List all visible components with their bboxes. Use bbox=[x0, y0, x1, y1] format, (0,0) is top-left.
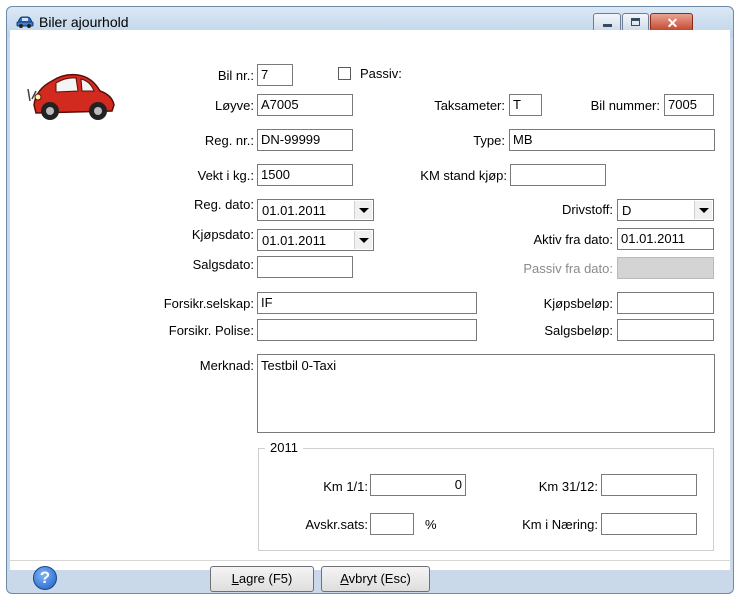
taksameter-input[interactable]: T bbox=[509, 94, 542, 116]
year-groupbox bbox=[258, 448, 714, 551]
vekt-label: Vekt i kg.: bbox=[197, 168, 254, 183]
passiv-fra-dato-label: Passiv fra dato: bbox=[523, 261, 613, 276]
salgsdato-input[interactable] bbox=[257, 256, 353, 278]
avbryt-button[interactable]: Avbryt (Esc) bbox=[321, 566, 430, 592]
reg-dato-value: 01.01.2011 bbox=[262, 203, 327, 218]
avbryt-accel: A bbox=[340, 571, 349, 586]
km-i-naering-label: Km i Næring: bbox=[522, 517, 598, 532]
chevron-down-icon[interactable] bbox=[694, 201, 712, 219]
reg-dato-label: Reg. dato: bbox=[194, 197, 254, 212]
red-car-image bbox=[27, 73, 115, 120]
maximize-icon bbox=[631, 18, 640, 26]
app-window: Biler ajourhold ✕ Bil nr.: 7 Passiv: Løy… bbox=[6, 6, 734, 594]
taksameter-label: Taksameter: bbox=[434, 98, 505, 113]
lagre-accel: L bbox=[231, 571, 239, 586]
type-input[interactable]: MB bbox=[509, 129, 715, 151]
bil-nummer-input[interactable]: 7005 bbox=[664, 94, 714, 116]
km-1-1-label: Km 1/1: bbox=[323, 479, 368, 494]
aktiv-fra-dato-input[interactable]: 01.01.2011 bbox=[617, 228, 714, 250]
avskr-sats-input[interactable] bbox=[370, 513, 414, 535]
avskr-sats-label: Avskr.sats: bbox=[305, 517, 368, 532]
passiv-fra-dato-input bbox=[617, 257, 714, 279]
drivstoff-combo[interactable]: D bbox=[617, 199, 714, 221]
form-area: Bil nr.: 7 Passiv: Løyve: A7005 Taksamet… bbox=[10, 30, 730, 592]
car-app-icon bbox=[16, 16, 34, 28]
salgsbelop-input[interactable] bbox=[617, 319, 714, 341]
salgsdato-label: Salgsdato: bbox=[192, 257, 254, 272]
divider bbox=[10, 560, 730, 561]
kjopsbelop-input[interactable] bbox=[617, 292, 714, 314]
km-31-12-input[interactable] bbox=[601, 474, 697, 496]
lagre-button[interactable]: Lagre (F5) bbox=[210, 566, 314, 592]
window-title: Biler ajourhold bbox=[39, 14, 129, 30]
kjopsdato-label: Kjøpsdato: bbox=[191, 227, 254, 242]
merknad-label: Merknad: bbox=[199, 358, 254, 373]
passiv-checkbox[interactable] bbox=[338, 67, 351, 80]
loyve-input[interactable]: A7005 bbox=[257, 94, 353, 116]
bil-nr-label: Bil nr.: bbox=[217, 68, 254, 83]
kjopsdato-value: 01.01.2011 bbox=[262, 233, 327, 248]
vekt-input[interactable]: 1500 bbox=[257, 164, 353, 186]
reg-nr-input[interactable]: DN-99999 bbox=[257, 129, 353, 151]
chevron-down-icon[interactable] bbox=[354, 201, 372, 219]
km-31-12-label: Km 31/12: bbox=[538, 479, 598, 494]
drivstoff-value: D bbox=[622, 203, 632, 218]
help-icon[interactable]: ? bbox=[33, 566, 57, 590]
chevron-down-icon[interactable] bbox=[354, 231, 372, 249]
forsikr-polise-input[interactable] bbox=[257, 319, 477, 341]
salgsbelop-label: Salgsbeløp: bbox=[544, 323, 613, 338]
reg-nr-label: Reg. nr.: bbox=[204, 133, 254, 148]
km-stand-kjop-input[interactable] bbox=[510, 164, 606, 186]
forsikr-selskap-label: Forsikr.selskap: bbox=[163, 296, 254, 311]
bil-nummer-label: Bil nummer: bbox=[590, 98, 660, 113]
km-stand-kjop-label: KM stand kjøp: bbox=[420, 168, 507, 183]
minimize-icon bbox=[603, 24, 612, 27]
loyve-label: Løyve: bbox=[214, 98, 254, 113]
reg-dato-combo[interactable]: 01.01.2011 bbox=[257, 199, 374, 221]
kjopsbelop-label: Kjøpsbeløp: bbox=[543, 296, 613, 311]
percent-unit: % bbox=[425, 517, 437, 532]
aktiv-fra-dato-label: Aktiv fra dato: bbox=[533, 232, 613, 247]
merknad-textarea[interactable]: Testbil 0-Taxi bbox=[257, 354, 715, 433]
kjopsdato-combo[interactable]: 01.01.2011 bbox=[257, 229, 374, 251]
forsikr-polise-label: Forsikr. Polise: bbox=[168, 323, 254, 338]
km-i-naering-input[interactable] bbox=[601, 513, 697, 535]
forsikr-selskap-input[interactable]: IF bbox=[257, 292, 477, 314]
year-group-title: 2011 bbox=[265, 440, 303, 455]
avbryt-label: vbryt (Esc) bbox=[348, 571, 411, 586]
drivstoff-label: Drivstoff: bbox=[561, 202, 613, 217]
km-1-1-input[interactable]: 0 bbox=[370, 474, 466, 496]
bil-nr-input[interactable]: 7 bbox=[257, 64, 293, 86]
lagre-label: agre (F5) bbox=[238, 571, 293, 586]
type-label: Type: bbox=[473, 133, 505, 148]
passiv-label: Passiv: bbox=[360, 66, 402, 81]
